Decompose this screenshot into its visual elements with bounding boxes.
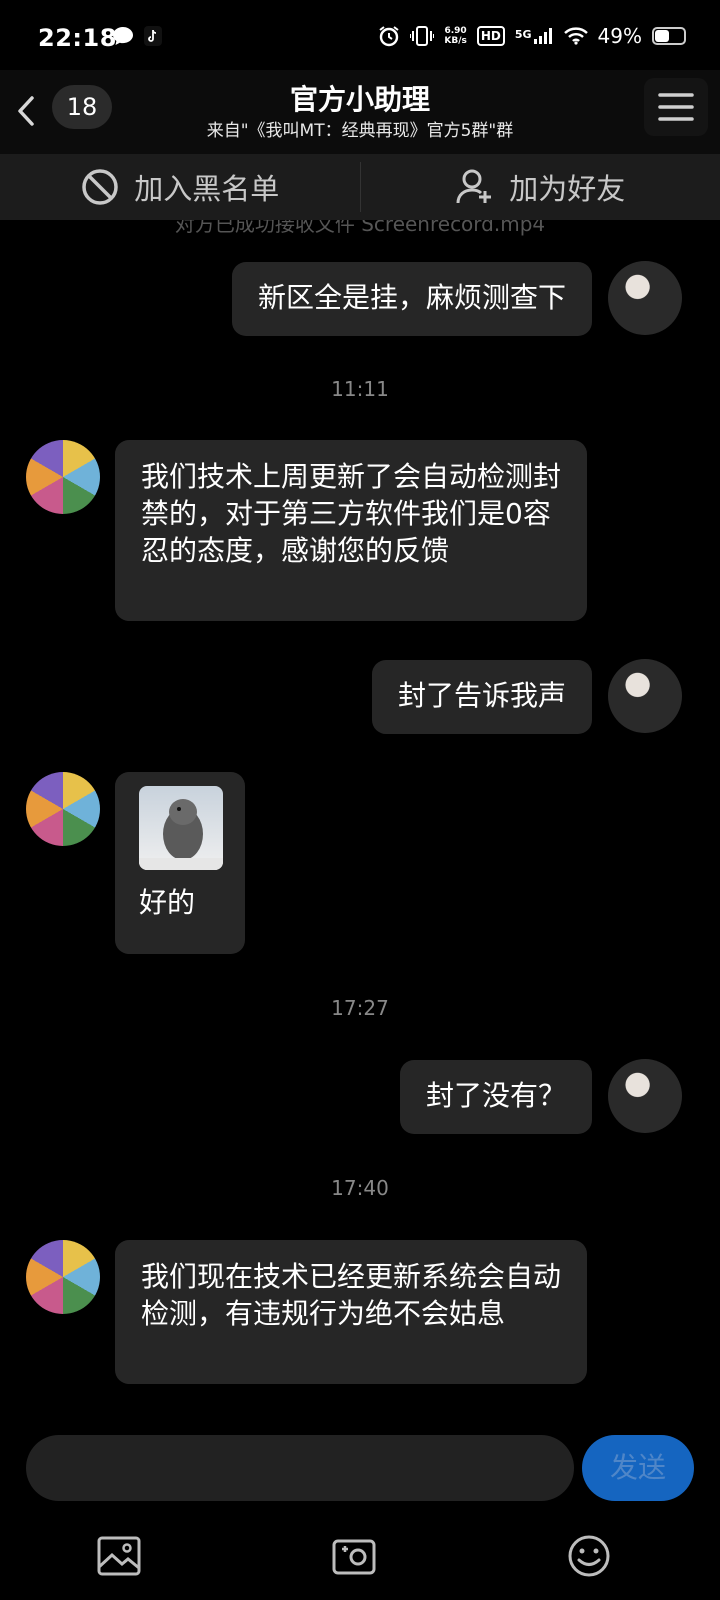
message-bubble-icon bbox=[113, 27, 133, 45]
message-text: 好的 bbox=[139, 886, 196, 919]
action-bar: 加入黑名单 加为好友 bbox=[0, 154, 720, 220]
emoji-button[interactable] bbox=[564, 1531, 614, 1581]
chat-header: 18 官方小助理 来自"《我叫MT：经典再现》官方5群"群 bbox=[0, 70, 720, 154]
block-icon bbox=[82, 169, 118, 205]
message-bubble-user[interactable]: 封了告诉我声 bbox=[371, 660, 592, 734]
status-bar: 22:18 6.90 KB/s HD 5G 49% bbox=[0, 0, 720, 80]
net-speed: 6.90 KB/s bbox=[444, 26, 467, 46]
tiktok-icon bbox=[144, 26, 162, 46]
status-right-icons: 6.90 KB/s HD 5G 49% bbox=[378, 24, 686, 48]
message-bubble-bot[interactable]: 我们现在技术已经更新系统会自动检测，有违规行为绝不会姑息 bbox=[115, 1240, 587, 1384]
add-friend-button[interactable]: 加为好友 bbox=[361, 154, 720, 220]
menu-button[interactable] bbox=[644, 78, 708, 136]
alarm-icon bbox=[379, 26, 399, 47]
message-bubble-bot-sticker[interactable]: 好的 bbox=[115, 772, 245, 954]
status-left-icons bbox=[112, 26, 162, 46]
bot-avatar[interactable] bbox=[26, 772, 100, 846]
camera-button[interactable] bbox=[329, 1531, 379, 1581]
timestamp: 17:27 bbox=[331, 996, 389, 1020]
bottom-toolbar bbox=[0, 1525, 720, 1600]
status-time: 22:18 bbox=[38, 24, 117, 52]
send-button[interactable]: 发送 bbox=[582, 1435, 694, 1501]
penguin-icon bbox=[139, 799, 223, 870]
battery-icon bbox=[652, 27, 686, 45]
add-to-blacklist-button[interactable]: 加入黑名单 bbox=[0, 154, 360, 220]
timestamp: 11:11 bbox=[331, 377, 389, 401]
timestamp: 17:40 bbox=[331, 1176, 389, 1200]
signal-icon bbox=[533, 28, 552, 44]
chat-area[interactable]: 对方已成功接收文件 Screenrecord.mp4 新区全是挂，麻烦测查下 1… bbox=[0, 220, 720, 1425]
message-bubble-user[interactable]: 封了没有？ bbox=[399, 1060, 592, 1134]
blacklist-label: 加入黑名单 bbox=[134, 172, 280, 206]
user-avatar[interactable] bbox=[608, 261, 682, 335]
vibrate-icon bbox=[410, 26, 435, 46]
signal-indicator: 5G bbox=[515, 28, 554, 44]
image-button[interactable] bbox=[94, 1531, 144, 1581]
user-avatar[interactable] bbox=[608, 1059, 682, 1133]
camera-icon bbox=[332, 1539, 376, 1575]
message-bubble-bot[interactable]: 我们技术上周更新了会自动检测封禁的，对于第三方软件我们是0容忍的态度，感谢您的反… bbox=[115, 440, 587, 621]
penguin-sticker[interactable] bbox=[139, 786, 223, 870]
system-message: 对方已成功接收文件 Screenrecord.mp4 bbox=[174, 220, 546, 236]
message-input[interactable] bbox=[26, 1435, 574, 1501]
bot-avatar[interactable] bbox=[26, 440, 100, 514]
battery-level bbox=[655, 30, 669, 42]
hamburger-icon bbox=[658, 93, 694, 121]
hd-badge: HD bbox=[476, 26, 505, 46]
image-icon bbox=[97, 1536, 141, 1576]
wifi-icon bbox=[563, 27, 588, 45]
add-friend-label: 加为好友 bbox=[509, 172, 626, 206]
chat-subtitle: 来自"《我叫MT：经典再现》官方5群"群 bbox=[206, 121, 514, 141]
battery-percent: 49% bbox=[597, 24, 642, 48]
bot-avatar[interactable] bbox=[26, 1240, 100, 1314]
chat-title: 官方小助理 bbox=[289, 83, 430, 116]
user-avatar[interactable] bbox=[608, 659, 682, 733]
add-person-icon bbox=[456, 169, 492, 204]
message-bubble-user[interactable]: 新区全是挂，麻烦测查下 bbox=[231, 262, 592, 336]
input-row: 发送 bbox=[0, 1425, 720, 1525]
emoji-icon bbox=[568, 1535, 610, 1577]
